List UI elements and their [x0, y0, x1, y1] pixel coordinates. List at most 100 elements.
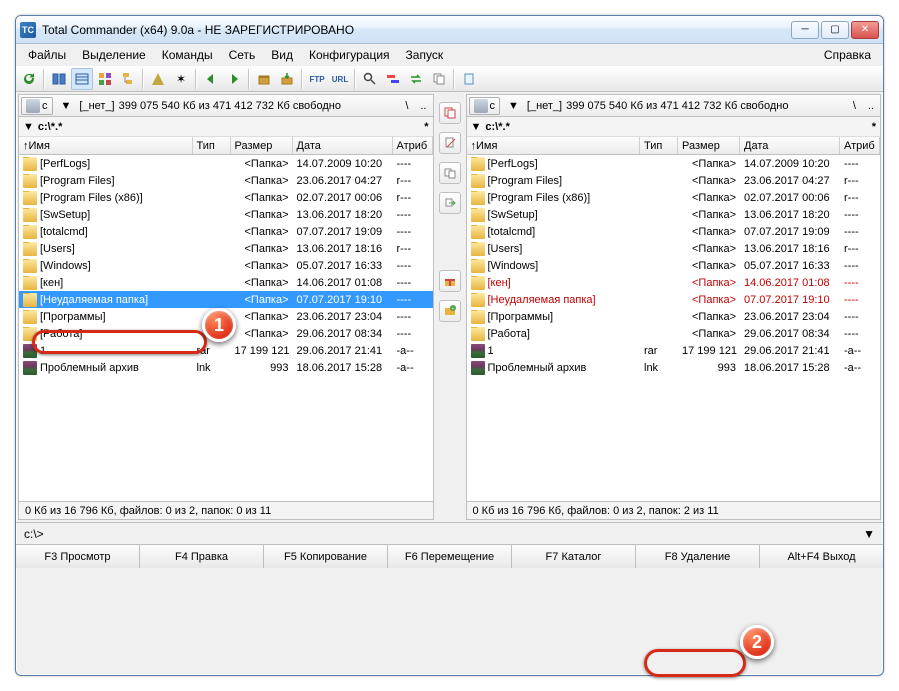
left-go-up[interactable]: .. — [416, 100, 430, 112]
right-goto-root[interactable]: \ — [849, 100, 860, 112]
fkey-f3-view[interactable]: F3 Просмотр — [16, 545, 140, 568]
file-row[interactable]: [кен]<Папка>14.06.2017 01:08---- — [467, 274, 881, 291]
swap-icon[interactable]: ✶ — [170, 68, 192, 90]
right-drive-button[interactable]: c — [469, 97, 501, 115]
file-row[interactable]: [SwSetup]<Папка>13.06.2017 18:20---- — [467, 206, 881, 223]
left-path-dropdown[interactable]: ▼ — [23, 121, 34, 133]
file-row[interactable]: Проблемный архивlnk99318.06.2017 15:28-a… — [467, 359, 881, 376]
menu-selection[interactable]: Выделение — [74, 46, 154, 64]
file-row[interactable]: [Программы]<Папка>23.06.2017 23:04---- — [467, 308, 881, 325]
left-file-list[interactable]: [PerfLogs]<Папка>14.07.2009 10:20----[Pr… — [19, 155, 433, 501]
right-go-up[interactable]: .. — [864, 100, 878, 112]
fkey-f6-move[interactable]: F6 Перемещение — [388, 545, 512, 568]
file-row[interactable]: [Program Files]<Папка>23.06.2017 04:27r-… — [19, 172, 433, 189]
cmdline-input[interactable] — [50, 527, 857, 541]
invert-icon[interactable] — [147, 68, 169, 90]
mid-gift-icon[interactable] — [439, 270, 461, 292]
view-thumb-icon[interactable] — [94, 68, 116, 90]
col-size[interactable]: Размер — [231, 137, 293, 154]
file-row[interactable]: [Неудаляемая папка]<Папка>07.07.2017 19:… — [467, 291, 881, 308]
file-row[interactable]: 1rar17 199 12129.06.2017 21:41-a-- — [19, 342, 433, 359]
minimize-button[interactable]: ─ — [791, 21, 819, 39]
file-row[interactable]: [Работа]<Папка>29.06.2017 08:34---- — [19, 325, 433, 342]
col-date[interactable]: Дата — [740, 137, 840, 154]
file-row[interactable]: 1rar17 199 12129.06.2017 21:41-a-- — [467, 342, 881, 359]
view-full-icon[interactable] — [71, 68, 93, 90]
file-row[interactable]: [Program Files]<Папка>23.06.2017 04:27r-… — [467, 172, 881, 189]
file-row[interactable]: [PerfLogs]<Папка>14.07.2009 10:20---- — [19, 155, 433, 172]
pack-icon[interactable] — [253, 68, 275, 90]
file-row[interactable]: [Users]<Папка>13.06.2017 18:16r--- — [19, 240, 433, 257]
right-pathbar[interactable]: ▼ c:\*.* * — [467, 117, 881, 137]
file-row[interactable]: [Program Files (x86)]<Папка>02.07.2017 0… — [19, 189, 433, 206]
col-type[interactable]: Тип — [193, 137, 231, 154]
mid-newfolder-icon[interactable]: + — [439, 300, 461, 322]
col-type[interactable]: Тип — [640, 137, 678, 154]
file-date: 23.06.2017 23:04 — [293, 311, 393, 323]
left-goto-root[interactable]: \ — [401, 100, 412, 112]
file-row[interactable]: [SwSetup]<Папка>13.06.2017 18:20---- — [19, 206, 433, 223]
fkey-f4-edit[interactable]: F4 Правка — [140, 545, 264, 568]
file-row[interactable]: [Неудаляемая папка]<Папка>07.07.2017 19:… — [19, 291, 433, 308]
menu-net[interactable]: Сеть — [221, 46, 264, 64]
mid-edit-icon[interactable] — [439, 132, 461, 154]
col-size[interactable]: Размер — [678, 137, 740, 154]
file-row[interactable]: [Программы]<Папка>23.06.2017 23:04---- — [19, 308, 433, 325]
menu-commands[interactable]: Команды — [154, 46, 221, 64]
notepad-icon[interactable] — [458, 68, 480, 90]
menu-start[interactable]: Запуск — [398, 46, 452, 64]
mid-copy2-icon[interactable] — [439, 162, 461, 184]
back-icon[interactable] — [200, 68, 222, 90]
close-button[interactable]: ✕ — [851, 21, 879, 39]
copy-names-icon[interactable] — [428, 68, 450, 90]
left-pathbar[interactable]: ▼ c:\*.* * — [19, 117, 433, 137]
menu-view[interactable]: Вид — [263, 46, 301, 64]
file-attr: ---- — [393, 311, 433, 323]
file-row[interactable]: [Windows]<Папка>05.07.2017 16:33---- — [19, 257, 433, 274]
left-drive-dropdown[interactable]: ▼ — [57, 100, 76, 112]
file-row[interactable]: [Работа]<Папка>29.06.2017 08:34---- — [467, 325, 881, 342]
file-row[interactable]: [totalcmd]<Папка>07.07.2017 19:09---- — [19, 223, 433, 240]
file-row[interactable]: [Users]<Папка>13.06.2017 18:16r--- — [467, 240, 881, 257]
fkey-altf4-exit[interactable]: Alt+F4 Выход — [760, 545, 883, 568]
left-drive-button[interactable]: c — [21, 97, 53, 115]
menu-help[interactable]: Справка — [816, 46, 879, 64]
file-row[interactable]: Проблемный архивlnk99318.06.2017 15:28-a… — [19, 359, 433, 376]
view-tree-icon[interactable] — [117, 68, 139, 90]
search-icon[interactable] — [359, 68, 381, 90]
menu-config[interactable]: Конфигурация — [301, 46, 398, 64]
unpack-icon[interactable] — [276, 68, 298, 90]
col-attr[interactable]: Атриб — [393, 137, 433, 154]
fkey-f7-mkdir[interactable]: F7 Каталог — [512, 545, 636, 568]
titlebar[interactable]: TC Total Commander (x64) 9.0a - НЕ ЗАРЕГ… — [16, 16, 883, 44]
mid-copy-icon[interactable] — [439, 102, 461, 124]
url-icon[interactable]: URL — [329, 68, 351, 90]
right-column-headers[interactable]: ↑Имя Тип Размер Дата Атриб — [467, 137, 881, 155]
command-line[interactable]: c:\> ▼ — [16, 522, 883, 544]
fkey-f5-copy[interactable]: F5 Копирование — [264, 545, 388, 568]
cmdline-dropdown[interactable]: ▼ — [863, 527, 875, 541]
fkey-f8-delete[interactable]: F8 Удаление — [636, 545, 760, 568]
file-row[interactable]: [Program Files (x86)]<Папка>02.07.2017 0… — [467, 189, 881, 206]
view-brief-icon[interactable] — [48, 68, 70, 90]
file-row[interactable]: [totalcmd]<Папка>07.07.2017 19:09---- — [467, 223, 881, 240]
file-row[interactable]: [Windows]<Папка>05.07.2017 16:33---- — [467, 257, 881, 274]
refresh-icon[interactable] — [18, 68, 40, 90]
sync-icon[interactable] — [405, 68, 427, 90]
file-row[interactable]: [PerfLogs]<Папка>14.07.2009 10:20---- — [467, 155, 881, 172]
file-row[interactable]: [кен]<Папка>14.06.2017 01:08---- — [19, 274, 433, 291]
left-column-headers[interactable]: ↑Имя Тип Размер Дата Атриб — [19, 137, 433, 155]
col-attr[interactable]: Атриб — [840, 137, 880, 154]
right-drive-dropdown[interactable]: ▼ — [504, 100, 523, 112]
multirename-icon[interactable] — [382, 68, 404, 90]
right-path-dropdown[interactable]: ▼ — [471, 121, 482, 133]
maximize-button[interactable]: ▢ — [821, 21, 849, 39]
forward-icon[interactable] — [223, 68, 245, 90]
menu-files[interactable]: Файлы — [20, 46, 74, 64]
mid-next-icon[interactable] — [439, 192, 461, 214]
right-file-list[interactable]: [PerfLogs]<Папка>14.07.2009 10:20----[Pr… — [467, 155, 881, 501]
right-favorites-icon[interactable]: * — [872, 121, 876, 133]
left-favorites-icon[interactable]: * — [424, 121, 428, 133]
col-date[interactable]: Дата — [293, 137, 393, 154]
ftp-icon[interactable]: FTP — [306, 68, 328, 90]
